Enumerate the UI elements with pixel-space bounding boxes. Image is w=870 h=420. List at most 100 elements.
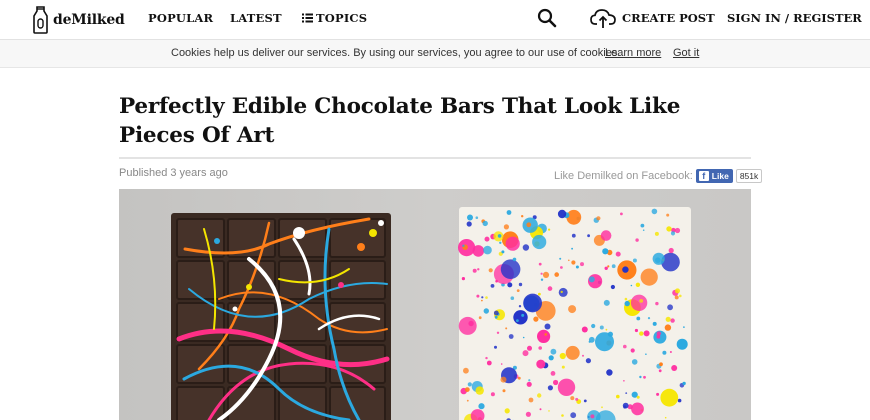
paint-splatter-dot xyxy=(540,278,544,281)
paint-splatter-dot xyxy=(676,338,688,350)
nav-latest[interactable]: LATEST xyxy=(230,11,282,25)
learn-more-link[interactable]: Learn more xyxy=(605,47,661,59)
paint-splatter-dot xyxy=(602,248,609,255)
cloud-upload-icon xyxy=(590,9,616,28)
paint-splatter-dot xyxy=(538,292,541,296)
paint-splatter-dot xyxy=(478,403,485,410)
paint-splatter-dot xyxy=(512,257,517,262)
paint-splatter-dot xyxy=(568,305,577,314)
paint-splatter-dot xyxy=(656,331,661,336)
paint-splatter-dot xyxy=(548,355,554,361)
paint-splatter-dot xyxy=(522,350,529,357)
paint-splatter-dot xyxy=(661,252,680,272)
paint-splatter-dot xyxy=(458,316,477,335)
paint-splatter-dot xyxy=(537,393,542,398)
paint-splatter-dot xyxy=(565,345,580,360)
paint-splatter-dot xyxy=(518,305,522,308)
paint-splatter-dot xyxy=(630,284,633,287)
paint-splatter-dot xyxy=(548,410,550,412)
paint-splatter-dot xyxy=(475,386,484,395)
paint-splatter-dot xyxy=(483,308,489,314)
nav-topics[interactable]: TOPICS xyxy=(302,11,367,25)
paint-splatter-dot xyxy=(575,397,579,401)
paint-splatter-dot xyxy=(542,271,550,278)
paint-splatter-dot xyxy=(538,346,542,350)
paint-splatter-dot xyxy=(655,301,659,306)
signin-register-link[interactable]: SIGN IN / REGISTER xyxy=(727,11,862,25)
paint-splatter-dot xyxy=(548,228,551,231)
paint-splatter-dot xyxy=(631,402,644,416)
paint-splatter-dot xyxy=(566,209,582,225)
paint-splatter-dot xyxy=(660,388,679,407)
paint-splatter-dot xyxy=(625,392,628,394)
paint-splatter-dot xyxy=(527,345,532,351)
paint-splatter-dot xyxy=(606,369,613,376)
paint-splatter-dot xyxy=(662,350,667,355)
paint-splatter-dot xyxy=(666,226,672,232)
paint-splatter-dot xyxy=(550,371,556,376)
paint-splatter-dot xyxy=(635,238,639,242)
paint-splatter-dot xyxy=(651,208,658,215)
create-post-button[interactable]: CREATE POST xyxy=(590,7,715,29)
paint-splatter-dot xyxy=(587,234,590,238)
paint-splatter-dot xyxy=(639,331,644,336)
paint-splatter-dot xyxy=(652,321,657,326)
paint-splatter-dot xyxy=(664,324,672,331)
paint-splatter-dot xyxy=(516,319,519,322)
paint-splatter-dot xyxy=(544,333,547,336)
paint-splatter-dot xyxy=(622,402,629,409)
paint-splatter-dot xyxy=(528,379,531,382)
paint-splatter-dot xyxy=(640,268,658,286)
paint-splatter-dot xyxy=(630,294,648,311)
paint-splatter-dot xyxy=(481,299,483,302)
paint-splatter-dot xyxy=(467,214,473,221)
paint-splatter-dot xyxy=(466,221,472,227)
facebook-like-text: Like xyxy=(711,171,729,181)
published-date: Published 3 years ago xyxy=(119,167,228,179)
paint-splatter-dot xyxy=(528,397,534,403)
paint-splatter-dot xyxy=(624,300,630,307)
paint-splatter-dot xyxy=(464,387,470,392)
paint-splatter-dot xyxy=(500,259,521,279)
paint-splatter-dot xyxy=(544,323,551,330)
logo[interactable]: deMilked xyxy=(33,5,125,35)
paint-splatter-dot xyxy=(554,272,559,277)
chocolate-bars-photo xyxy=(119,189,751,420)
paint-splatter-dot xyxy=(560,290,563,294)
paint-splatter-dot xyxy=(601,406,603,409)
search-icon[interactable] xyxy=(537,8,557,28)
facebook-like-button[interactable]: f Like xyxy=(695,169,733,183)
paint-splatter-dot xyxy=(533,316,539,322)
paint-splatter-dot xyxy=(620,212,623,216)
paint-splatter-dot xyxy=(588,276,595,283)
paint-splatter-dot xyxy=(503,224,509,230)
paint-splatter-dot xyxy=(510,296,515,300)
paint-splatter-dot xyxy=(497,234,502,238)
paint-splatter-dot xyxy=(478,316,482,320)
paint-splatter-dot xyxy=(674,227,681,234)
paint-splatter-dot xyxy=(591,323,596,329)
paint-splatter-dot xyxy=(590,414,595,419)
paint-splatter-dot xyxy=(631,359,638,365)
paint-splatter-dot xyxy=(522,336,525,339)
paint-splatter-dot xyxy=(494,345,497,349)
paint-splatter-dot xyxy=(669,351,672,353)
paint-splatter-dot xyxy=(485,356,488,360)
paint-splatter-dot xyxy=(472,268,477,273)
paint-splatter-dot xyxy=(463,367,469,374)
paint-splatter-dot xyxy=(494,315,498,319)
paint-splatter-dot xyxy=(604,266,608,270)
nav-popular[interactable]: POPULAR xyxy=(148,11,213,25)
white-chocolate-bar xyxy=(458,207,691,420)
paint-splatter-dot xyxy=(507,282,513,288)
paint-splatter-dot xyxy=(550,348,557,355)
paint-splatter-dot xyxy=(570,396,575,401)
paint-splatter-dot xyxy=(675,288,680,294)
paint-splatter-dot xyxy=(668,247,674,254)
paint-splatter-dot xyxy=(605,328,608,331)
paint-splatter-dot xyxy=(537,329,551,343)
paint-splatter-dot xyxy=(588,336,595,343)
paint-splatter-dot xyxy=(645,353,647,355)
got-it-button[interactable]: Got it xyxy=(673,47,699,59)
paint-splatter-dot xyxy=(560,266,563,269)
